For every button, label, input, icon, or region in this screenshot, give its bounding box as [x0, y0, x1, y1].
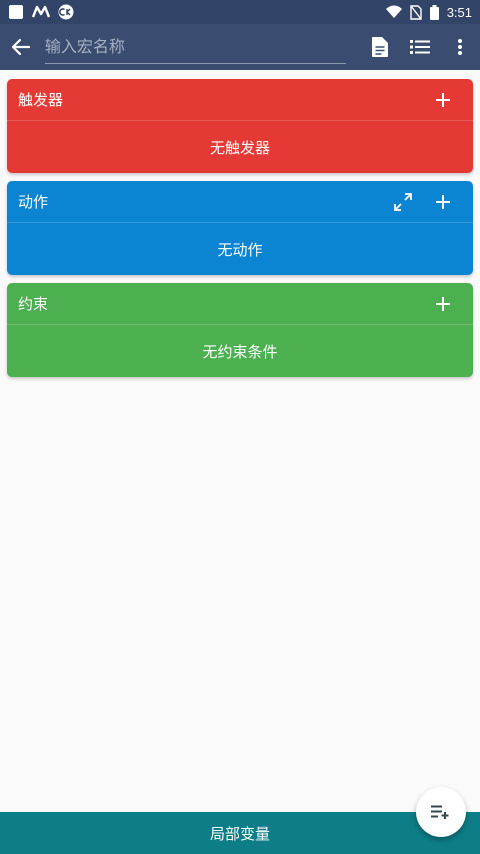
clock: 3:51	[446, 4, 472, 20]
status-bar-left	[8, 4, 74, 20]
triggers-card: 触发器 无触发器	[7, 79, 473, 173]
more-options-button[interactable]	[440, 27, 480, 67]
constraints-card-header: 约束	[7, 283, 473, 325]
arrow-back-icon	[12, 38, 31, 56]
status-bar-right: 3:51	[385, 4, 472, 20]
local-variables-bar[interactable]: 局部变量	[0, 812, 480, 854]
plus-icon	[436, 296, 450, 311]
app-bar	[0, 24, 480, 70]
back-button[interactable]	[2, 27, 41, 67]
status-bar: 3:51	[0, 0, 480, 24]
triggers-empty-text: 无触发器	[209, 138, 270, 157]
list-view-button[interactable]	[400, 27, 440, 67]
plus-icon	[436, 92, 450, 107]
battery-icon	[429, 4, 439, 20]
triggers-empty-area[interactable]: 无触发器	[7, 121, 473, 173]
ck-app-icon	[58, 4, 74, 20]
list-icon	[410, 40, 430, 54]
add-to-list-fab[interactable]	[416, 787, 466, 837]
macro-name-input[interactable]	[44, 30, 346, 64]
actions-card-header: 动作	[7, 181, 473, 223]
description-button[interactable]	[360, 27, 400, 67]
add-trigger-button[interactable]	[423, 80, 463, 120]
expand-icon	[394, 192, 412, 211]
constraints-empty-text: 无约束条件	[202, 342, 278, 361]
square-notification-icon	[9, 5, 23, 19]
description-icon	[372, 37, 388, 57]
plus-icon	[436, 194, 450, 209]
constraints-title: 约束	[18, 295, 49, 313]
constraints-card: 约束 无约束条件	[7, 283, 473, 377]
more-vert-icon	[458, 39, 462, 55]
no-sim-icon	[409, 4, 422, 20]
actions-empty-area[interactable]: 无动作	[7, 223, 473, 275]
actions-card: 动作 无动作	[7, 181, 473, 275]
wifi-icon	[385, 5, 402, 18]
m-app-icon	[32, 5, 50, 18]
add-to-list-icon	[431, 805, 449, 819]
local-variables-label: 局部变量	[209, 824, 270, 843]
actions-title: 动作	[18, 193, 49, 211]
expand-actions-button[interactable]	[383, 182, 423, 222]
app-bar-actions	[360, 27, 480, 67]
add-constraint-button[interactable]	[423, 284, 463, 324]
constraints-empty-area[interactable]: 无约束条件	[7, 325, 473, 377]
triggers-card-header: 触发器	[7, 79, 473, 121]
actions-empty-text: 无动作	[217, 240, 263, 259]
add-action-button[interactable]	[423, 182, 463, 222]
triggers-title: 触发器	[18, 91, 64, 109]
